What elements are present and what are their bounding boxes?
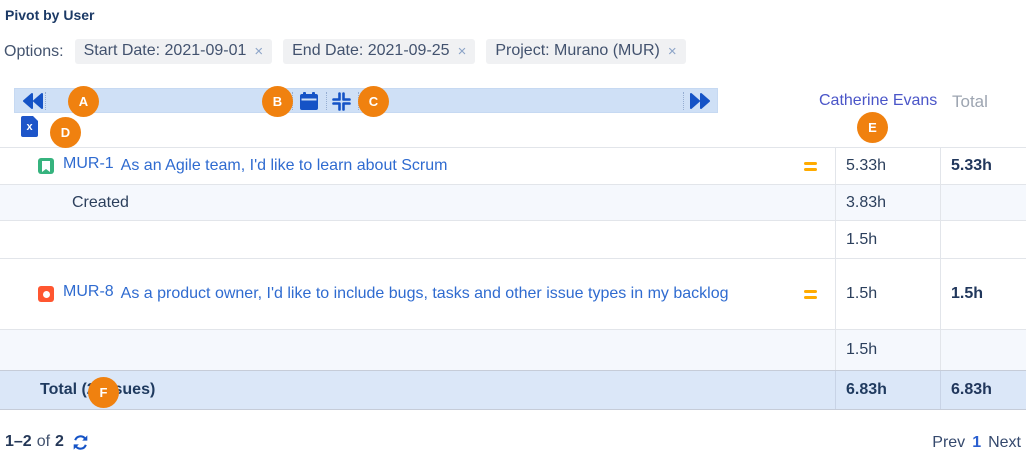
- pagination-bar: Prev 1 Next: [932, 434, 1021, 452]
- user-hours-cell: 1.5h: [835, 330, 940, 370]
- pivot-table: MUR-1 As an Agile team, I'd like to lear…: [0, 147, 1026, 410]
- options-bar: Options: Start Date: 2021-09-01 × End Da…: [4, 39, 686, 64]
- pivot-report: Pivot by User Options: Start Date: 2021-…: [0, 0, 1026, 469]
- column-header-user[interactable]: Catherine Evans: [819, 92, 937, 110]
- issue-summary-link[interactable]: As an Agile team, I'd like to learn abou…: [121, 155, 448, 177]
- annotation-badge-e: E: [857, 112, 888, 143]
- grand-total-cell: 6.83h: [940, 371, 1026, 409]
- table-row-issue: MUR-1 As an Agile team, I'd like to lear…: [0, 148, 1026, 185]
- results-range: 1–2: [5, 433, 32, 451]
- annotation-badge-a: A: [68, 86, 99, 117]
- collapse-icon: [331, 91, 352, 112]
- breakdown-label: Created: [0, 194, 129, 212]
- annotation-badge-c: C: [358, 86, 389, 117]
- page-title: Pivot by User: [5, 7, 94, 23]
- collapse-columns-button[interactable]: [331, 91, 352, 112]
- table-row-issue: MUR-8 As a product owner, I'd like to in…: [0, 259, 1026, 330]
- priority-medium-icon: [804, 290, 817, 299]
- export-excel-button[interactable]: x: [21, 116, 38, 137]
- table-row-breakdown: Created 3.83h: [0, 185, 1026, 221]
- results-count-bar: 1–2 of 2: [5, 433, 89, 451]
- filter-chip-start-date: Start Date: 2021-09-01 ×: [75, 39, 273, 64]
- column-header-total: Total: [952, 92, 988, 112]
- remove-filter-icon[interactable]: ×: [254, 44, 263, 59]
- bug-type-icon: [38, 286, 54, 302]
- double-chevron-right-icon: [689, 93, 711, 109]
- results-total: 2: [55, 433, 64, 451]
- user-hours-cell: 5.33h: [835, 148, 940, 184]
- table-row-total: Total (2 issues) 6.83h 6.83h: [0, 370, 1026, 410]
- issue-key-link[interactable]: MUR-1: [63, 155, 114, 173]
- user-hours-cell: 1.5h: [835, 221, 940, 258]
- calendar-period-button[interactable]: [299, 92, 319, 111]
- annotation-badge-b: B: [262, 86, 293, 117]
- refresh-button[interactable]: [72, 434, 89, 451]
- filter-chip-end-date: End Date: 2021-09-25 ×: [283, 39, 475, 64]
- total-hours-cell: [940, 185, 1026, 220]
- user-hours-cell: 3.83h: [835, 185, 940, 220]
- calendar-icon: [299, 92, 319, 111]
- next-period-button[interactable]: [689, 93, 711, 109]
- issue-key-link[interactable]: MUR-8: [63, 283, 114, 301]
- priority-medium-icon: [804, 162, 817, 171]
- refresh-icon: [72, 434, 89, 451]
- filter-chip-project: Project: Murano (MUR) ×: [486, 39, 685, 64]
- toolbar-separator: [683, 92, 684, 110]
- total-hours-cell: 1.5h: [940, 259, 1026, 329]
- previous-period-button[interactable]: [22, 93, 44, 109]
- user-hours-cell: 1.5h: [835, 259, 940, 329]
- filter-chip-label: End Date: 2021-09-25: [292, 42, 449, 60]
- table-row-breakdown: 1.5h: [0, 221, 1026, 259]
- annotation-badge-f: F: [88, 377, 119, 408]
- double-chevron-left-icon: [22, 93, 44, 109]
- table-row-breakdown: 1.5h: [0, 330, 1026, 370]
- options-label: Options:: [4, 43, 64, 61]
- excel-icon: x: [26, 121, 32, 133]
- toolbar-separator: [326, 92, 327, 110]
- prev-page-link[interactable]: Prev: [932, 434, 965, 452]
- story-type-icon: [38, 158, 54, 174]
- issue-summary-link[interactable]: As a product owner, I'd like to include …: [121, 283, 729, 305]
- total-hours-cell: 5.33h: [940, 148, 1026, 184]
- current-page-number[interactable]: 1: [972, 434, 981, 452]
- next-page-link[interactable]: Next: [988, 434, 1021, 452]
- filter-chip-label: Project: Murano (MUR): [495, 42, 659, 60]
- results-of-label: of: [37, 433, 50, 451]
- filter-chip-label: Start Date: 2021-09-01: [84, 42, 247, 60]
- toolbar-separator: [45, 92, 46, 110]
- total-hours-cell: [940, 221, 1026, 258]
- user-hours-total-cell: 6.83h: [835, 371, 940, 409]
- annotation-badge-d: D: [50, 117, 81, 148]
- total-hours-cell: [940, 330, 1026, 370]
- remove-filter-icon[interactable]: ×: [458, 44, 467, 59]
- remove-filter-icon[interactable]: ×: [668, 44, 677, 59]
